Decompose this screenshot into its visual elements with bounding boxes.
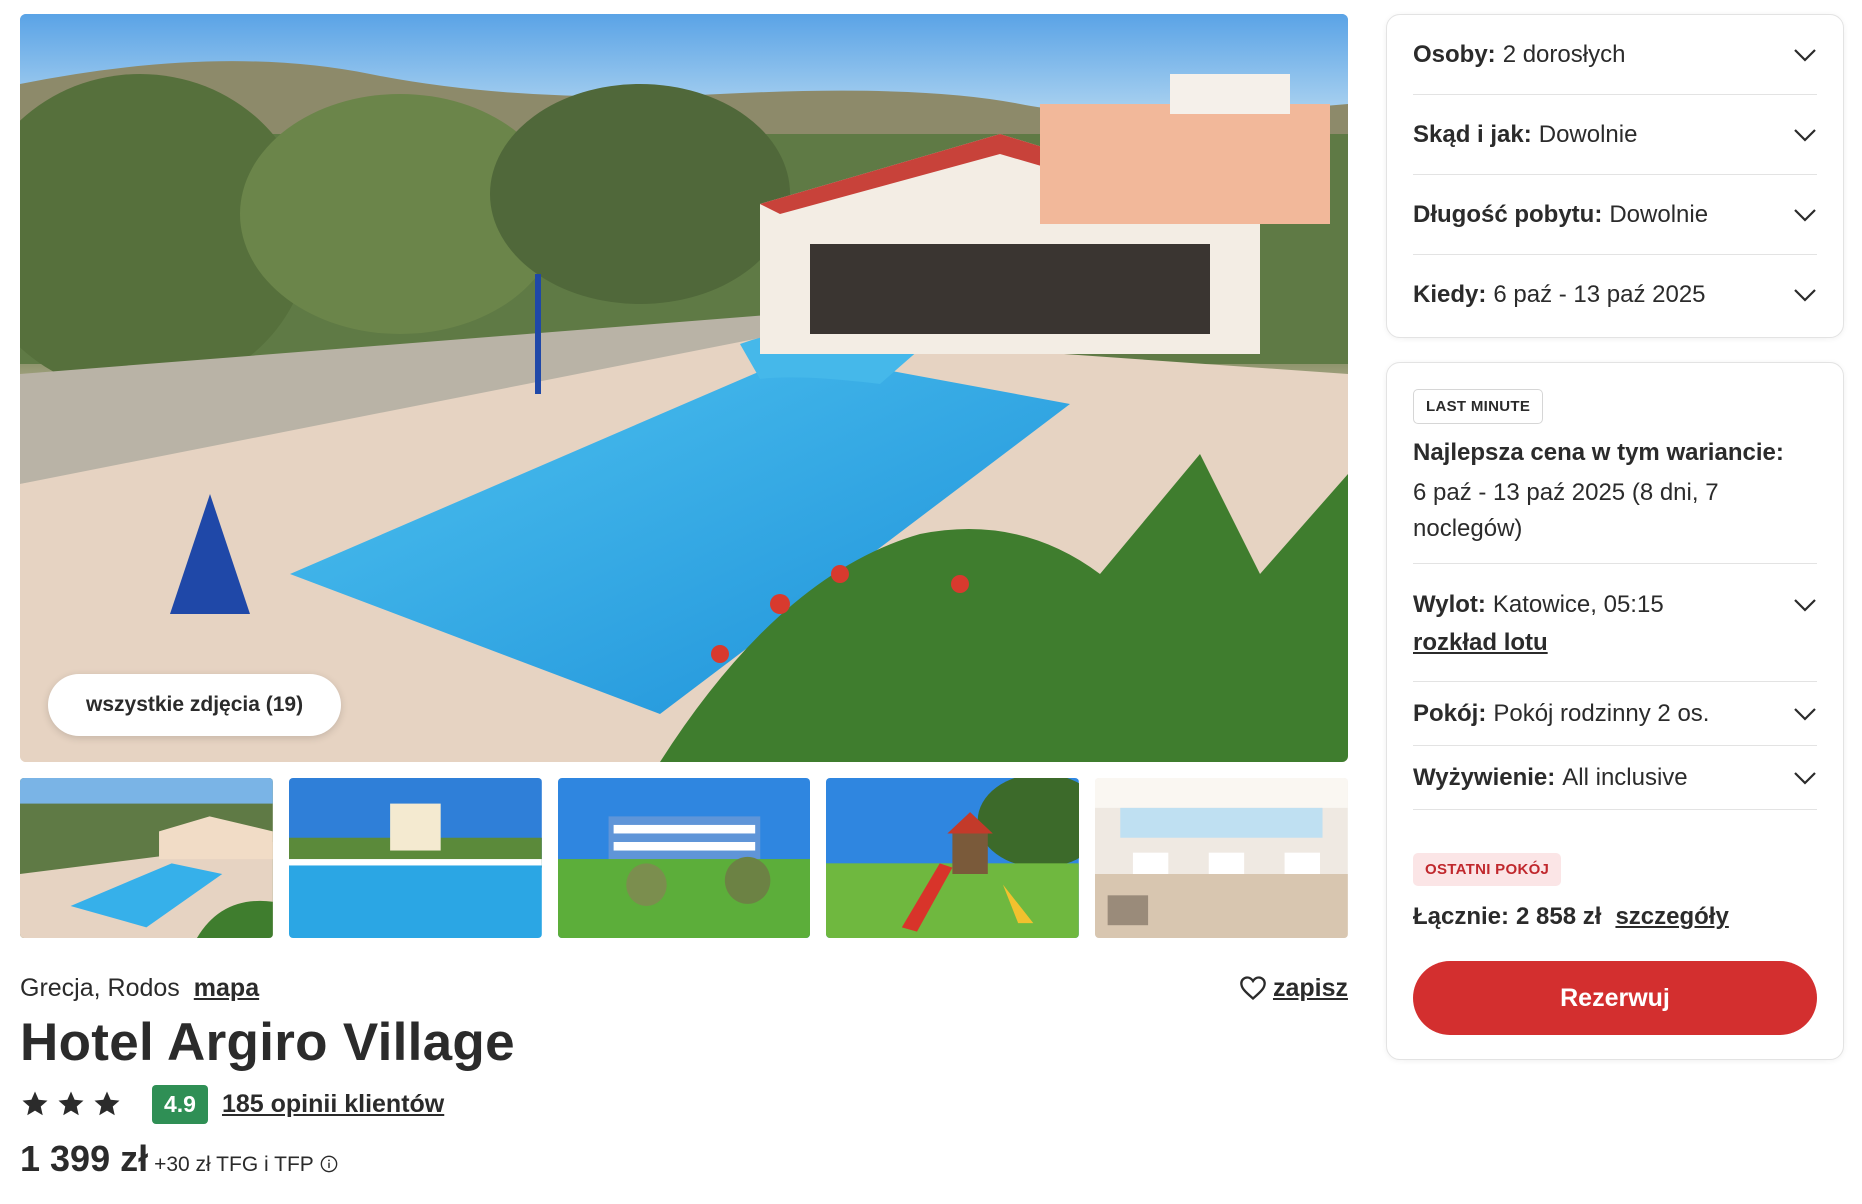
filter-label: Skąd i jak: — [1413, 120, 1532, 148]
best-price-dates: 6 paź - 13 paź 2025 (8 dni, 7 noclegów) — [1413, 479, 1719, 542]
divider — [1413, 681, 1817, 682]
thumbnail-restaurant[interactable] — [1095, 778, 1348, 938]
filter-label: Kiedy: — [1413, 281, 1487, 308]
star-icon — [22, 1091, 48, 1116]
chevron-down-icon — [1794, 289, 1816, 302]
hotel-location: Grecja, Rodos — [20, 973, 180, 1002]
star-icon — [94, 1091, 120, 1116]
hotel-name: Hotel Argiro Village — [20, 1013, 515, 1072]
total-label: Łącznie: — [1413, 903, 1510, 930]
total-value: 2 858 zł — [1516, 903, 1602, 930]
star-icon — [58, 1091, 84, 1116]
filter-value: Dowolnie — [1609, 200, 1709, 228]
all-photos-button[interactable]: wszystkie zdjęcia (19) — [48, 674, 342, 736]
filter-value: 2 dorosłych — [1502, 40, 1626, 68]
flight-row[interactable]: Wylot: Katowice, 05:15 — [1413, 585, 1817, 625]
search-filters-card: Osoby: 2 dorosłych Skąd i jak: Dowolnie … — [1386, 14, 1844, 338]
thumbnail-strip — [20, 778, 1348, 938]
price-details-link[interactable]: szczegóły — [1615, 903, 1728, 931]
book-button[interactable]: Rezerwuj — [1413, 961, 1817, 1035]
board-value: All inclusive — [1562, 764, 1688, 791]
flight-schedule-link[interactable]: rozkład lotu — [1413, 629, 1548, 657]
filter-dates[interactable]: Kiedy: 6 paź - 13 paź 2025 — [1413, 255, 1817, 335]
flight-label: Wylot: — [1413, 591, 1486, 618]
chevron-down-icon — [1794, 128, 1816, 142]
star-rating — [20, 1089, 122, 1119]
filter-value: 6 paź - 13 paź 2025 — [1493, 281, 1706, 308]
thumbnail-pool[interactable] — [288, 778, 542, 938]
main-hotel-photo[interactable]: wszystkie zdjęcia (19) — [20, 14, 1348, 762]
map-link[interactable]: mapa — [194, 974, 259, 1003]
price-extra-fees: +30 zł TFG i TFP — [154, 1153, 314, 1176]
chevron-down-icon — [1794, 772, 1816, 785]
offer-card: LAST MINUTE Najlepsza cena w tym warianc… — [1386, 362, 1844, 1060]
board-label: Wyżywienie: — [1413, 764, 1556, 791]
heart-icon — [1240, 976, 1266, 1001]
room-row[interactable]: Pokój: Pokój rodzinny 2 os. — [1413, 683, 1817, 745]
room-label: Pokój: — [1413, 700, 1487, 727]
thumbnail-pool-and-bar[interactable] — [20, 778, 273, 938]
chevron-down-icon — [1794, 599, 1816, 612]
filter-value: Dowolnie — [1538, 120, 1638, 148]
last-minute-badge: LAST MINUTE — [1413, 389, 1544, 424]
reviews-link[interactable]: 185 opinii klientów — [222, 1090, 444, 1119]
best-price-title: Najlepsza cena w tym wariancie: — [1413, 439, 1784, 466]
pool-photo-illustration — [20, 14, 1348, 762]
chevron-down-icon — [1794, 208, 1816, 222]
divider — [1413, 563, 1817, 564]
info-icon[interactable] — [320, 1155, 338, 1173]
filter-departure[interactable]: Skąd i jak: Dowolnie — [1413, 95, 1817, 175]
flight-value: Katowice, 05:15 — [1492, 591, 1664, 618]
last-room-badge: OSTATNI POKÓJ — [1413, 853, 1562, 886]
filter-persons[interactable]: Osoby: 2 dorosłych — [1413, 15, 1817, 95]
filter-duration[interactable]: Długość pobytu: Dowolnie — [1413, 175, 1817, 255]
filter-label: Osoby: — [1413, 40, 1496, 68]
filter-label: Długość pobytu: — [1413, 200, 1603, 228]
thumbnail-playground[interactable] — [826, 778, 1080, 938]
save-label: zapisz — [1272, 973, 1348, 1002]
room-value: Pokój rodzinny 2 os. — [1493, 700, 1710, 727]
rating-row: 4.9 185 opinii klientów — [20, 1084, 444, 1124]
divider — [1413, 809, 1817, 810]
board-row[interactable]: Wyżywienie: All inclusive — [1413, 747, 1817, 809]
save-button[interactable]: zapisz — [1239, 974, 1348, 1003]
price: 1 399 zł — [20, 1138, 149, 1179]
price-row: 1 399 zł +30 zł TFG i TFP — [20, 1138, 338, 1180]
divider — [1413, 745, 1817, 746]
location-row: Grecja, Rodos mapa zapisz — [20, 968, 1348, 1008]
chevron-down-icon — [1794, 48, 1816, 62]
thumbnail-hotel-building[interactable] — [557, 778, 811, 938]
score-badge: 4.9 — [152, 1084, 208, 1124]
total-price-row: Łącznie: 2 858 zł szczegóły — [1413, 903, 1729, 931]
chevron-down-icon — [1794, 708, 1816, 721]
